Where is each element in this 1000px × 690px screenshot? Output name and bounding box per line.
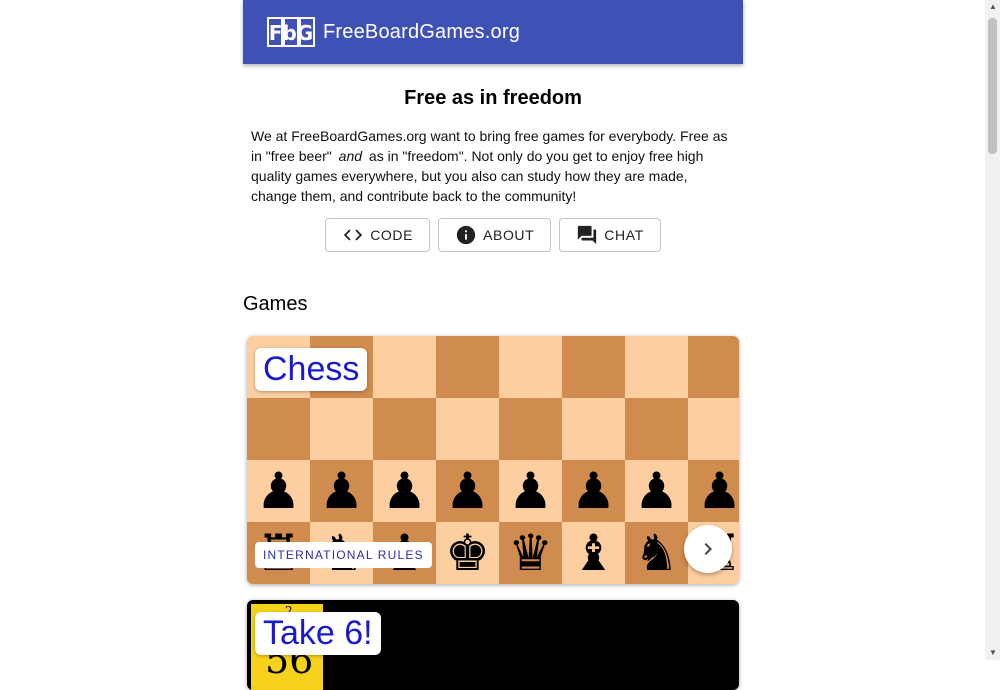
scroll-up-icon[interactable]: ▲ bbox=[989, 2, 997, 11]
chess-piece: ♟ bbox=[445, 462, 490, 520]
chess-square bbox=[625, 336, 688, 398]
game-tag-international-rules[interactable]: INTERNATIONAL RULES bbox=[255, 542, 432, 568]
chess-square bbox=[688, 336, 739, 398]
page-container: FbG FreeBoardGames.org Free as in freedo… bbox=[243, 0, 743, 690]
game-card-chess[interactable]: ♟♟♟♟♟♟♟♟♜♞♝♚♛♝♞♜ Chess INTERNATIONAL RUL… bbox=[247, 336, 739, 584]
code-button[interactable]: CODE bbox=[325, 218, 431, 252]
chess-piece: ♞ bbox=[634, 524, 679, 582]
chess-square: ♟ bbox=[625, 460, 688, 522]
chess-piece: ♟ bbox=[319, 462, 364, 520]
action-buttons: CODE ABOUT CHAT bbox=[243, 218, 743, 252]
chevron-right-icon bbox=[704, 543, 712, 555]
info-icon bbox=[456, 225, 476, 245]
app-bar: FbG FreeBoardGames.org bbox=[243, 0, 743, 64]
game-card-take6[interactable]: 2 56 Take 6! bbox=[247, 600, 739, 690]
forum-icon bbox=[578, 225, 597, 245]
intro-emphasis: and bbox=[338, 148, 363, 164]
scroll-down-icon[interactable]: ▼ bbox=[989, 648, 997, 657]
logo-text: FbG bbox=[269, 21, 313, 45]
chess-square: ♟ bbox=[247, 460, 310, 522]
fbg-logo[interactable]: FbG bbox=[267, 16, 315, 48]
chess-square bbox=[688, 398, 739, 460]
chess-square bbox=[436, 336, 499, 398]
games-heading: Games bbox=[243, 293, 308, 315]
code-button-label: CODE bbox=[370, 227, 414, 243]
chess-piece: ♟ bbox=[571, 462, 616, 520]
chess-square: ♟ bbox=[499, 460, 562, 522]
chess-piece: ♛ bbox=[508, 524, 553, 582]
next-button[interactable] bbox=[684, 525, 732, 573]
chess-square bbox=[562, 398, 625, 460]
chess-square: ♟ bbox=[436, 460, 499, 522]
chess-piece: ♝ bbox=[571, 524, 616, 582]
intro-paragraph: We at FreeBoardGames.org want to bring f… bbox=[251, 126, 735, 206]
scroll-thumb[interactable] bbox=[988, 18, 997, 154]
chess-square bbox=[247, 398, 310, 460]
chess-piece: ♟ bbox=[697, 462, 739, 520]
chat-button[interactable]: CHAT bbox=[559, 218, 661, 252]
chess-square bbox=[310, 398, 373, 460]
code-icon bbox=[344, 229, 363, 241]
chess-square bbox=[373, 336, 436, 398]
chess-piece: ♚ bbox=[445, 524, 490, 582]
chess-piece: ♟ bbox=[634, 462, 679, 520]
chess-square bbox=[436, 398, 499, 460]
chess-square: ♝ bbox=[562, 522, 625, 584]
game-title-take6: Take 6! bbox=[255, 612, 381, 655]
game-title-chess: Chess bbox=[255, 348, 368, 391]
app-title[interactable]: FreeBoardGames.org bbox=[323, 21, 520, 44]
chess-square: ♟ bbox=[562, 460, 625, 522]
chess-square: ♞ bbox=[625, 522, 688, 584]
headline: Free as in freedom bbox=[404, 87, 582, 109]
about-button-label: ABOUT bbox=[483, 227, 535, 243]
chess-square bbox=[499, 336, 562, 398]
chess-square bbox=[373, 398, 436, 460]
page-scrollbar[interactable]: ▲ ▼ bbox=[985, 0, 1000, 660]
chess-square bbox=[562, 336, 625, 398]
chess-piece: ♟ bbox=[256, 462, 301, 520]
chess-square: ♟ bbox=[310, 460, 373, 522]
chess-square: ♚ bbox=[436, 522, 499, 584]
about-button[interactable]: ABOUT bbox=[438, 218, 552, 252]
chess-square: ♟ bbox=[373, 460, 436, 522]
chess-square bbox=[499, 398, 562, 460]
chess-piece: ♟ bbox=[508, 462, 553, 520]
chess-square: ♟ bbox=[688, 460, 739, 522]
chess-square: ♛ bbox=[499, 522, 562, 584]
chess-square bbox=[625, 398, 688, 460]
chess-piece: ♟ bbox=[382, 462, 427, 520]
chat-button-label: CHAT bbox=[604, 227, 644, 243]
